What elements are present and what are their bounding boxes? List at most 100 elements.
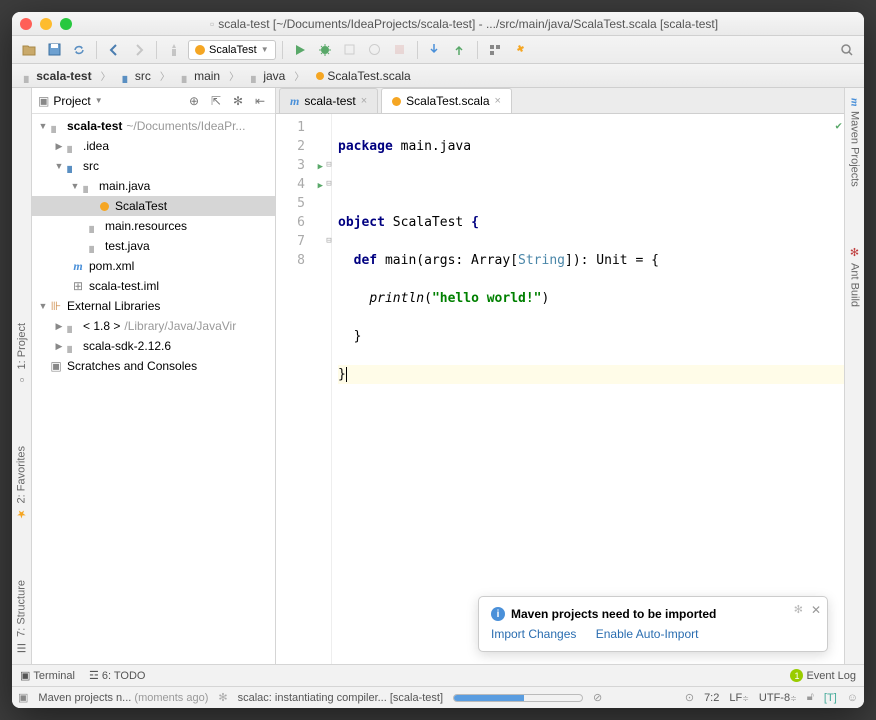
maven-icon: m (290, 94, 299, 109)
minimize-window-button[interactable] (40, 18, 52, 30)
profile-icon[interactable] (364, 39, 386, 61)
breadcrumb-item[interactable]: ▖scala-test (18, 68, 117, 83)
scala-icon (392, 97, 401, 106)
tree-node-selected[interactable]: ScalaTest (32, 196, 275, 216)
breadcrumb: ▖scala-test ▖src ▖main ▖java ScalaTest.s… (12, 64, 864, 88)
tree-node-external[interactable]: ▼⊪External Libraries (32, 296, 275, 316)
favorites-tool-button[interactable]: ★2: Favorites (15, 446, 28, 520)
close-icon[interactable]: ✕ (811, 603, 821, 617)
file-icon: ▫ (210, 17, 214, 31)
caret-position[interactable]: 7:2 (704, 692, 719, 704)
tree-node[interactable]: ▼▖main.java (32, 176, 275, 196)
notification-title: Maven projects need to be imported (511, 607, 716, 621)
close-window-button[interactable] (20, 18, 32, 30)
code-editor[interactable]: 1 2 3▶⊟ 4▶⊟ 5 6 7⊟ 8 package main.java o… (276, 114, 844, 664)
chevron-down-icon[interactable]: ▼ (95, 96, 103, 105)
tree-node-root[interactable]: ▼▖scala-test~/Documents/IdeaPr... (32, 116, 275, 136)
maximize-window-button[interactable] (60, 18, 72, 30)
right-tool-stripe: mMaven Projects ✻Ant Build (844, 88, 864, 664)
build-icon[interactable] (163, 39, 185, 61)
close-tab-icon[interactable]: × (495, 95, 501, 107)
ant-tool-button[interactable]: ✻Ant Build (848, 246, 861, 307)
gear-icon[interactable]: ✻ (794, 603, 803, 616)
breadcrumb-item[interactable]: ▖java (245, 68, 310, 83)
code-body[interactable]: package main.java object ScalaTest { def… (332, 114, 844, 664)
scala-icon (195, 45, 205, 55)
titlebar: ▫ scala-test [~/Documents/IdeaProjects/s… (12, 12, 864, 36)
stop-process-icon[interactable]: ⊘ (593, 691, 602, 704)
tree-node[interactable]: mpom.xml (32, 256, 275, 276)
todo-tool-button[interactable]: ☲6: TODO (89, 669, 145, 682)
inspection-ok-icon[interactable]: ✔ (835, 116, 842, 135)
project-tool-button[interactable]: ▫1: Project (16, 323, 28, 385)
gear-icon[interactable]: ✻ (229, 92, 247, 110)
breadcrumb-item[interactable]: ▖main (176, 68, 245, 83)
status-corner-icon[interactable]: ▣ (18, 691, 28, 704)
statusbar: ▣ Maven projects n... (moments ago) ✻ sc… (12, 686, 864, 708)
tree-node[interactable]: ▼▖src (32, 156, 275, 176)
file-encoding[interactable]: UTF-8≑ (759, 692, 797, 704)
open-icon[interactable] (18, 39, 40, 61)
tree-node[interactable]: ▶▖scala-sdk-2.12.6 (32, 336, 275, 356)
maven-tool-button[interactable]: mMaven Projects (849, 98, 861, 186)
project-panel-title: Project (53, 94, 90, 108)
tree-node-scratches[interactable]: ▣Scratches and Consoles (32, 356, 275, 376)
collapse-icon[interactable]: ⇱ (207, 92, 225, 110)
coverage-icon[interactable] (339, 39, 361, 61)
hector-icon[interactable]: ☺ (847, 692, 858, 704)
window-controls (20, 18, 72, 30)
import-changes-link[interactable]: Import Changes (491, 627, 576, 641)
hide-icon[interactable]: ⇤ (251, 92, 269, 110)
debug-icon[interactable] (314, 39, 336, 61)
structure-tool-button[interactable]: ☰7: Structure (15, 580, 28, 654)
editor-area: mscala-test× ScalaTest.scala× 1 2 3▶⊟ 4▶… (276, 88, 844, 664)
editor-tab-active[interactable]: ScalaTest.scala× (381, 88, 512, 113)
save-icon[interactable] (43, 39, 65, 61)
main-toolbar: ScalaTest ▼ (12, 36, 864, 64)
project-panel: ▣ Project ▼ ⊕ ⇱ ✻ ⇤ ▼▖scala-test~/Docume… (32, 88, 276, 664)
tree-node[interactable]: ▖test.java (32, 236, 275, 256)
tree-node[interactable]: ▖main.resources (32, 216, 275, 236)
ide-window: ▫ scala-test [~/Documents/IdeaProjects/s… (12, 12, 864, 708)
bottom-tool-stripe: ▣Terminal ☲6: TODO 1Event Log (12, 664, 864, 686)
editor-gutter: 1 2 3▶⊟ 4▶⊟ 5 6 7⊟ 8 (276, 114, 332, 664)
vcs-commit-icon[interactable] (449, 39, 471, 61)
run-icon[interactable] (289, 39, 311, 61)
run-config-label: ScalaTest (209, 44, 257, 56)
info-icon: i (491, 607, 505, 621)
tree-node[interactable]: ▶▖< 1.8 >/Library/Java/JavaVir (32, 316, 275, 336)
status-message: Maven projects n... (moments ago) (38, 692, 208, 704)
vcs-update-icon[interactable] (424, 39, 446, 61)
forward-icon[interactable] (128, 39, 150, 61)
tree-node[interactable]: ⊞scala-test.iml (32, 276, 275, 296)
stop-icon[interactable] (389, 39, 411, 61)
editor-tab[interactable]: mscala-test× (279, 88, 378, 113)
event-log-button[interactable]: 1Event Log (790, 669, 856, 682)
settings-icon[interactable] (509, 39, 531, 61)
project-panel-header: ▣ Project ▼ ⊕ ⇱ ✻ ⇤ (32, 88, 275, 114)
back-icon[interactable] (103, 39, 125, 61)
sync-icon[interactable] (68, 39, 90, 61)
project-structure-icon[interactable] (484, 39, 506, 61)
window-title: ▫ scala-test [~/Documents/IdeaProjects/s… (72, 17, 856, 31)
context-indicator[interactable]: [T] (824, 692, 837, 704)
tree-node[interactable]: ▶▖.idea (32, 136, 275, 156)
run-configuration-dropdown[interactable]: ScalaTest ▼ (188, 40, 276, 60)
search-everywhere-icon[interactable] (836, 39, 858, 61)
breadcrumb-item[interactable]: ▖src (117, 68, 176, 83)
project-view-icon: ▣ (38, 94, 49, 108)
enable-auto-import-link[interactable]: Enable Auto-Import (596, 627, 699, 641)
lock-icon[interactable]: 🔓︎ (807, 691, 814, 704)
left-tool-stripe: ▫1: Project ★2: Favorites ☰7: Structure (12, 88, 32, 664)
line-ending[interactable]: LF≑ (729, 692, 749, 704)
close-tab-icon[interactable]: × (361, 95, 367, 107)
breadcrumb-item[interactable]: ScalaTest.scala (310, 69, 425, 83)
terminal-tool-button[interactable]: ▣Terminal (20, 669, 75, 682)
goto-line-icon[interactable]: ⊙ (685, 691, 694, 704)
chevron-down-icon: ▼ (261, 45, 269, 54)
project-tree: ▼▖scala-test~/Documents/IdeaPr... ▶▖.ide… (32, 114, 275, 664)
window-title-text: scala-test [~/Documents/IdeaProjects/sca… (218, 17, 718, 31)
locate-icon[interactable]: ⊕ (185, 92, 203, 110)
import-notification: ✻ ✕ iMaven projects need to be imported … (478, 596, 828, 652)
editor-tabs: mscala-test× ScalaTest.scala× (276, 88, 844, 114)
